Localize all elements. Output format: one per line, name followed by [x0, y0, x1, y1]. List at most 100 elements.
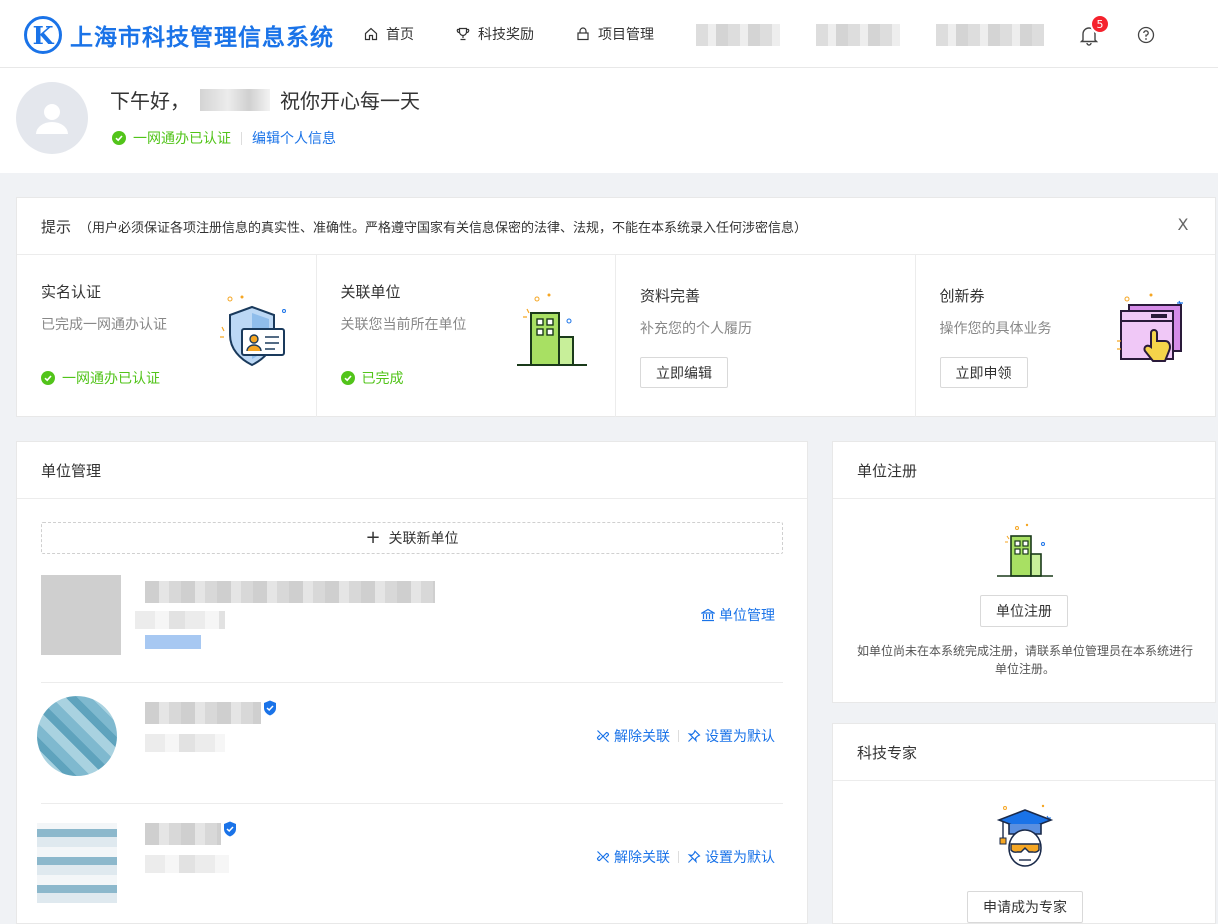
unit-row: 解除关联 设置为默认 — [37, 684, 783, 804]
nav-item-projects[interactable]: 项目管理 — [574, 24, 654, 44]
action-label: 设置为默认 — [705, 850, 775, 866]
edit-now-button[interactable]: 立即编辑 — [640, 357, 728, 388]
notification-badge: 5 — [1090, 14, 1110, 34]
divider — [241, 131, 242, 145]
home-icon — [362, 25, 380, 43]
action-label: 解除关联 — [614, 729, 670, 745]
unit-row: 单位管理 — [41, 563, 783, 683]
card-profile: 资料完善 补充您的个人履历 立即编辑 — [616, 255, 916, 417]
card-desc: 操作您的具体业务 — [939, 321, 1052, 337]
divider — [678, 851, 679, 863]
building-icon — [997, 523, 1053, 577]
panel-title: 单位管理 — [17, 442, 807, 499]
lock-icon — [574, 25, 592, 43]
nav-label: 首页 — [386, 27, 414, 43]
unlink-icon — [596, 730, 610, 742]
top-header: K 上海市科技管理信息系统 首页 科技奖励 项目管理 5 — [0, 0, 1218, 68]
nav-item-awards[interactable]: 科技奖励 — [454, 24, 534, 44]
apply-now-button[interactable]: 立即申领 — [939, 357, 1028, 388]
system-title: 上海市科技管理信息系统 — [70, 25, 334, 51]
panel-title: 单位注册 — [833, 442, 1215, 499]
edit-profile-link[interactable]: 编辑个人信息 — [252, 128, 336, 148]
tip-panel: 提示 （用户必须保证各项注册信息的真实性、准确性。严格遵守国家有关信息保密的法律… — [16, 197, 1216, 417]
card-status: 已完成 — [340, 368, 404, 388]
add-unit-button[interactable]: + 关联新单位 — [41, 522, 783, 554]
row-actions: 解除关联 设置为默认 — [596, 847, 775, 867]
card-title: 实名认证 — [41, 283, 102, 301]
expert-panel: 科技专家 申请成为专家 — [832, 723, 1216, 924]
pin-icon — [687, 850, 701, 864]
tip-desc: （用户必须保证各项注册信息的真实性、准确性。严格遵守国家有关信息保密的法律、法规… — [79, 220, 808, 236]
card-link-unit: 关联单位 关联您当前所在单位 已完成 — [317, 255, 616, 417]
nav-item-blurred[interactable] — [936, 24, 1044, 46]
card-desc: 已完成一网通办认证 — [41, 317, 167, 333]
main-nav: 首页 科技奖励 项目管理 — [362, 0, 694, 68]
tip-title: 提示 — [41, 217, 72, 236]
nav-item-blurred[interactable] — [696, 24, 780, 46]
panel-title: 科技专家 — [833, 724, 1215, 781]
click-card-icon — [1117, 293, 1183, 362]
unit-logo-blurred — [37, 696, 117, 776]
nav-label: 项目管理 — [598, 27, 654, 43]
greeting-suffix: 祝你开心每一天 — [280, 89, 420, 113]
card-voucher: 创新券 操作您的具体业务 立即申领 — [916, 255, 1216, 417]
id-shield-icon — [219, 295, 286, 367]
unit-management-panel: 单位管理 + 关联新单位 单位管理 解除关联 设置为默认 解除关联 设置为默认 — [16, 441, 808, 924]
greeting-section: 下午好， 祝你开心每一天 一网通办已认证 编辑个人信息 — [0, 68, 1218, 173]
plus-icon: + — [365, 527, 381, 548]
user-icon — [36, 104, 68, 134]
unit-register-panel: 单位注册 单位注册 如单位尚未在本系统完成注册，请联系单位管理员在本系统进行单位… — [832, 441, 1216, 703]
action-label: 单位管理 — [719, 608, 775, 624]
cert-status: 一网通办已认证 — [133, 131, 231, 147]
unit-name-blurred — [145, 702, 261, 724]
action-label: 解除关联 — [614, 850, 670, 866]
close-icon[interactable]: X — [1175, 217, 1191, 233]
graduate-icon — [996, 804, 1054, 867]
verified-shield-icon — [264, 700, 276, 716]
nav-label: 科技奖励 — [478, 27, 534, 43]
card-desc: 补充您的个人履历 — [640, 321, 752, 337]
tip-header: 提示 （用户必须保证各项注册信息的真实性、准确性。严格遵守国家有关信息保密的法律… — [17, 198, 1215, 255]
row-actions: 单位管理 — [701, 605, 775, 625]
apply-expert-button[interactable]: 申请成为专家 — [967, 891, 1083, 923]
unit-tag-blurred — [145, 635, 201, 649]
trophy-icon — [454, 25, 472, 43]
unit-sub-blurred — [135, 611, 225, 629]
card-title: 关联单位 — [340, 283, 401, 301]
unlink-button[interactable]: 解除关联 — [596, 726, 670, 746]
building-icon — [517, 293, 587, 366]
tip-cards: 实名认证 已完成一网通办认证 一网通办已认证 关联单位 关联您当前所在单位 已完… — [17, 255, 1215, 417]
nav-item-blurred[interactable] — [816, 24, 900, 46]
divider — [678, 730, 679, 742]
logo-mark: K — [24, 16, 62, 54]
nav-item-home[interactable]: 首页 — [362, 24, 414, 44]
check-circle-icon — [41, 371, 55, 385]
greeting-text: 下午好， 祝你开心每一天 — [110, 85, 420, 114]
unit-manage-button[interactable]: 单位管理 — [701, 605, 775, 625]
unit-name-blurred — [145, 581, 435, 603]
bank-icon — [701, 608, 715, 622]
pin-icon — [687, 729, 701, 743]
unit-name-blurred — [145, 823, 221, 845]
avatar[interactable] — [16, 82, 88, 154]
card-status: 一网通办已认证 — [41, 368, 160, 388]
unit-logo-blurred — [41, 575, 121, 655]
unit-logo-blurred — [37, 823, 117, 903]
set-default-button[interactable]: 设置为默认 — [687, 726, 775, 746]
card-title: 创新券 — [939, 287, 985, 305]
logo[interactable]: K 上海市科技管理信息系统 — [24, 16, 334, 54]
set-default-button[interactable]: 设置为默认 — [687, 847, 775, 867]
unlink-button[interactable]: 解除关联 — [596, 847, 670, 867]
unit-register-button[interactable]: 单位注册 — [980, 595, 1068, 627]
card-status-text: 已完成 — [361, 371, 404, 387]
row-actions: 解除关联 设置为默认 — [596, 726, 775, 746]
verified-shield-icon — [224, 821, 236, 837]
register-note: 如单位尚未在本系统完成注册，请联系单位管理员在本系统进行单位注册。 — [857, 644, 1194, 676]
greeting-prefix: 下午好， — [110, 89, 190, 113]
action-label: 设置为默认 — [705, 729, 775, 745]
card-desc: 关联您当前所在单位 — [340, 317, 467, 333]
cert-line: 一网通办已认证 编辑个人信息 — [112, 128, 336, 148]
check-circle-icon — [112, 131, 126, 145]
unit-sub-blurred — [145, 734, 225, 752]
help-icon[interactable] — [1137, 26, 1155, 44]
